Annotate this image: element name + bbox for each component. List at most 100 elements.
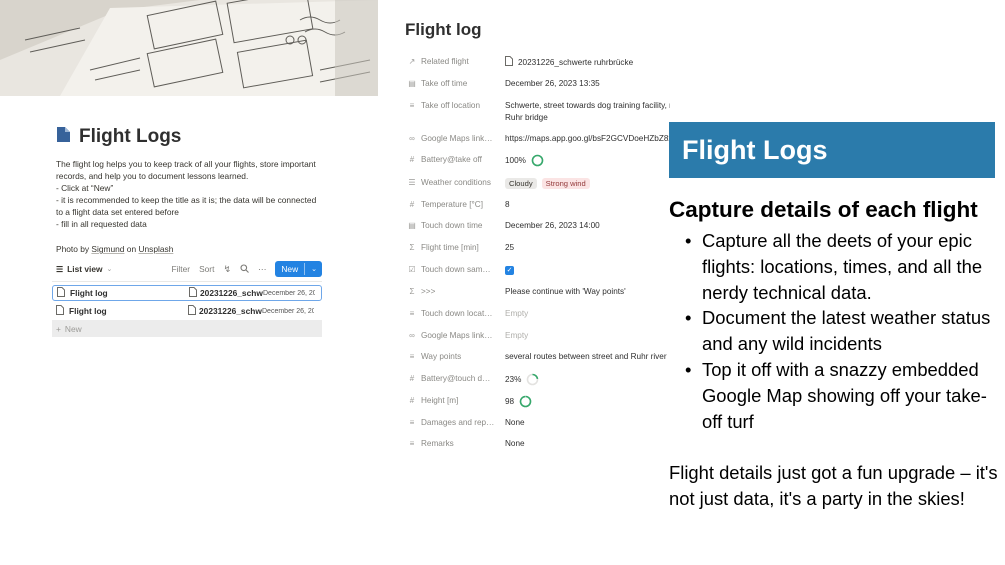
property-value[interactable]: https://maps.app.goo.gl/bsF2GCVDoeHZbZ8x…: [505, 133, 670, 145]
property-name[interactable]: ∞ Google Maps link…: [408, 133, 505, 145]
property-name[interactable]: # Temperature [°C]: [408, 199, 505, 211]
formula-icon: Σ: [409, 243, 415, 252]
property-name[interactable]: ≡ Take off location: [408, 100, 505, 124]
property-row[interactable]: ☑ Touch down sam… ✓: [408, 264, 514, 276]
property-row[interactable]: ≡ Take off location Schwerte, street towar…: [408, 100, 670, 124]
property-name[interactable]: ☰ Weather conditions: [408, 177, 505, 189]
list-view-tab[interactable]: ☰ List view ⌄: [56, 264, 112, 274]
property-value[interactable]: 23%: [505, 373, 539, 386]
property-label: >>>: [421, 287, 436, 296]
list-item[interactable]: Flight log 20231226_schwerte ruhrbrücke …: [52, 303, 322, 319]
property-name[interactable]: ▤ Take off time: [408, 78, 505, 90]
property-value[interactable]: 100%: [505, 154, 544, 167]
property-name[interactable]: Σ >>>: [408, 286, 505, 298]
property-name[interactable]: ↗ Related flight: [408, 56, 505, 70]
credit-site-link[interactable]: Unsplash: [138, 244, 173, 254]
property-row[interactable]: # Temperature [°C] 8: [408, 199, 510, 211]
property-value[interactable]: Cloudy Strong wind: [505, 177, 590, 189]
property-value[interactable]: several routes between street and Ruhr r…: [505, 351, 667, 363]
property-row[interactable]: ∞ Google Maps link… https://maps.app.goo.g…: [408, 133, 670, 145]
property-value[interactable]: None: [505, 438, 525, 450]
property-value[interactable]: Empty: [505, 330, 528, 342]
property-label: Take off time: [421, 79, 468, 88]
property-value[interactable]: Please continue with 'Way points': [505, 286, 626, 298]
property-name[interactable]: ≡ Way points: [408, 351, 505, 363]
row-date: December 26, 2023: [262, 307, 314, 315]
credit-author-link[interactable]: Sigmund: [91, 244, 124, 254]
number-icon: #: [409, 200, 415, 209]
flight-logs-database-page: Flight Logs The flight log helps you to …: [0, 0, 378, 458]
property-name[interactable]: # Battery@take off: [408, 154, 505, 167]
search-icon[interactable]: [240, 263, 249, 275]
property-value[interactable]: 8: [505, 199, 510, 211]
property-row[interactable]: ≡ Remarks None: [408, 438, 525, 450]
automation-icon[interactable]: ↯: [223, 264, 231, 275]
property-value-text: Empty: [505, 309, 529, 318]
photo-credit: Photo by Sigmund on Unsplash: [56, 244, 328, 254]
property-value[interactable]: 98: [505, 395, 532, 408]
property-row[interactable]: ▤ Touch down time December 26, 2023 14:00: [408, 220, 600, 232]
related-flight-cell[interactable]: 20231226_schwerte ruhrbrücke: [188, 305, 262, 317]
property-value[interactable]: 20231226_schwerte ruhrbrücke: [505, 56, 633, 70]
row-relation: 20231226_schwerte ruhrbrücke: [199, 306, 262, 316]
property-value[interactable]: December 26, 2023 13:35: [505, 78, 600, 90]
property-value[interactable]: ✓: [505, 264, 514, 276]
property-value[interactable]: 25: [505, 242, 514, 254]
property-value-text: None: [505, 439, 525, 448]
property-row[interactable]: Σ Flight time [min] 25: [408, 242, 515, 254]
property-name[interactable]: ▤ Touch down time: [408, 220, 505, 232]
description-line: records, and help you to document lesson…: [56, 171, 249, 181]
property-name[interactable]: ≡ Remarks: [408, 438, 505, 450]
property-name[interactable]: ∞ Google Maps link…: [408, 330, 505, 342]
property-value[interactable]: None: [505, 417, 525, 429]
property-label: Remarks: [421, 439, 454, 448]
property-name[interactable]: # Battery@touch d…: [408, 373, 505, 386]
info-closing-text: Flight details just got a fun upgrade – …: [669, 462, 998, 509]
property-name[interactable]: ≡ Touch down locat…: [408, 308, 505, 320]
view-label: List view: [67, 264, 103, 274]
description-line: to a flight data set entered before: [56, 207, 179, 217]
property-value-text: https://maps.app.goo.gl/bsF2GCVDoeHZbZ8x…: [505, 134, 670, 143]
more-options-icon[interactable]: ⋯: [258, 264, 266, 274]
property-label: Battery@touch d…: [421, 374, 491, 383]
property-row[interactable]: # Battery@touch d… 23%: [408, 373, 539, 386]
property-name[interactable]: Σ Flight time [min]: [408, 242, 505, 254]
property-row[interactable]: ▤ Take off time December 26, 2023 13:35: [408, 78, 600, 90]
multiselect-icon: ☰: [408, 178, 416, 187]
property-value-text: December 26, 2023 14:00: [505, 221, 600, 230]
page-title: Flight Logs: [79, 126, 182, 147]
credit-prefix: Photo by: [56, 244, 92, 254]
property-row[interactable]: # Height [m] 98: [408, 395, 532, 408]
property-row[interactable]: ≡ Touch down locat… Empty: [408, 308, 529, 320]
property-name[interactable]: # Height [m]: [408, 395, 505, 408]
new-button[interactable]: New ⌄: [275, 261, 322, 277]
chevron-down-icon[interactable]: ⌄: [311, 265, 317, 273]
add-new-row-button[interactable]: + New: [52, 320, 322, 337]
property-value-text: December 26, 2023 13:35: [505, 79, 600, 88]
property-name[interactable]: ☑ Touch down sam…: [408, 264, 505, 276]
property-value[interactable]: Empty: [505, 308, 528, 320]
list-item-title: Flight log: [53, 287, 189, 299]
number-icon: #: [409, 155, 415, 164]
property-row[interactable]: # Battery@take off 100%: [408, 154, 544, 167]
sort-button[interactable]: Sort: [199, 264, 214, 274]
property-row[interactable]: ☰ Weather conditions Cloudy Strong wind: [408, 177, 590, 189]
info-heading: Capture details of each flight: [669, 197, 978, 222]
filter-button[interactable]: Filter: [171, 264, 190, 274]
info-banner: Flight Logs: [669, 122, 995, 178]
property-label: Temperature [°C]: [421, 200, 483, 209]
property-row[interactable]: ∞ Google Maps link… Empty: [408, 330, 528, 342]
property-row[interactable]: ≡ Way points several routes between street…: [408, 351, 667, 363]
property-value[interactable]: December 26, 2023 14:00: [505, 220, 600, 232]
checkbox[interactable]: ✓: [505, 265, 514, 275]
property-name[interactable]: ≡ Damages and rep…: [408, 417, 505, 429]
list-item[interactable]: Flight log 20231226_schwerte ruhrbrücke …: [52, 285, 322, 301]
property-value[interactable]: Schwerte, street towards dog training fa…: [505, 100, 670, 124]
related-flight-cell[interactable]: 20231226_schwerte ruhrbrücke: [189, 287, 263, 299]
property-row[interactable]: ≡ Damages and rep… None: [408, 417, 525, 429]
divider: [52, 281, 322, 282]
property-label: Touch down time: [421, 221, 483, 230]
text-icon: ≡: [409, 101, 415, 110]
property-row[interactable]: ↗ Related flight 20231226_schwerte ruhrbrü…: [408, 56, 633, 70]
property-row[interactable]: Σ >>> Please continue with 'Way points': [408, 286, 626, 298]
